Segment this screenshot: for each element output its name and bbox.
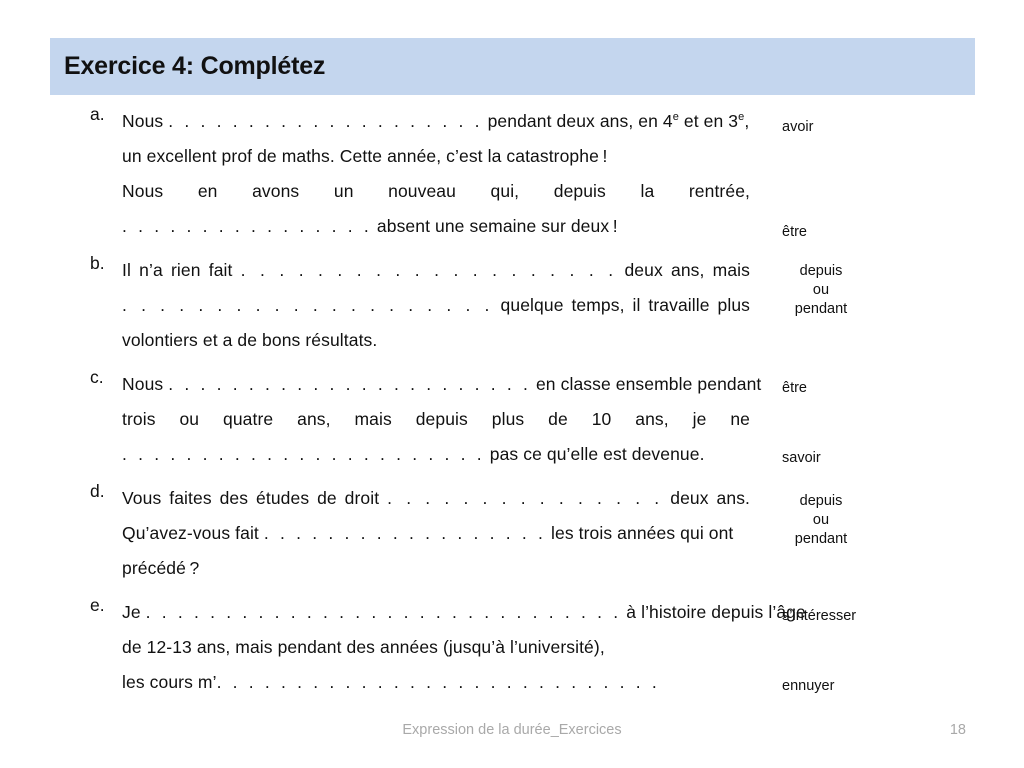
exercise-line: précédé ? — [122, 551, 750, 586]
exercise-line: trois ou quatre ans, mais depuis plus de… — [122, 402, 750, 437]
sentence-text: deux ans, mais — [616, 260, 751, 280]
fill-in-blank[interactable]: . . . . . . . . . . . . . . . . . . . . … — [217, 672, 660, 692]
sentence-text: de 12-13 ans, mais pendant des années (j… — [122, 637, 605, 657]
answer-hint: être — [782, 380, 807, 396]
page-title: Exercice 4: Complétez — [64, 52, 326, 80]
fill-in-blank[interactable]: . . . . . . . . . . . . . . . . . . . . — [122, 295, 493, 315]
sentence-text: les cours m’ — [122, 672, 217, 692]
exercise-line: . . . . . . . . . . . . . . . . absent u… — [122, 209, 750, 244]
exercise-lines: Nous . . . . . . . . . . . . . . . . . .… — [122, 367, 761, 472]
exercise-line: un excellent prof de maths. Cette année,… — [122, 139, 750, 174]
answer-hint-line: pendant — [794, 301, 848, 317]
exercise-lines: Nous . . . . . . . . . . . . . . . . . .… — [122, 104, 750, 244]
answer-hint: avoir — [782, 119, 814, 135]
exercise-lines: Je . . . . . . . . . . . . . . . . . . .… — [122, 595, 806, 700]
answer-hint-line: depuis — [799, 493, 843, 509]
exercise-line: Vous faites des études de droit . . . . … — [122, 481, 750, 516]
exercise-line: Il n’a rien fait . . . . . . . . . . . .… — [122, 253, 750, 288]
fill-in-blank[interactable]: . . . . . . . . . . . . . . . . — [122, 216, 372, 236]
exercise-item: b. Il n’a rien fait . . . . . . . . . . .… — [0, 253, 1024, 358]
sentence-text: pas ce qu’elle est devenue. — [484, 444, 705, 464]
answer-hint: s’intéresser — [782, 608, 857, 624]
fill-in-blank[interactable]: . . . . . . . . . . . . . . . . . . . . … — [122, 444, 485, 464]
exercise-marker: a. — [90, 104, 105, 124]
exercise-line: Nous . . . . . . . . . . . . . . . . . .… — [122, 104, 750, 139]
exercise-line: les cours m’. . . . . . . . . . . . . . … — [122, 665, 750, 700]
exercise-lines: Vous faites des études de droit . . . . … — [122, 481, 750, 586]
answer-hint: ennuyer — [782, 678, 835, 694]
sentence-text: Il n’a rien fait — [122, 260, 241, 280]
exercise-marker: e. — [90, 595, 105, 615]
footer-label: Expression de la durée_Exercices — [402, 722, 622, 738]
fill-in-blank[interactable]: . . . . . . . . . . . . . . . . . . . . — [168, 111, 482, 131]
slide-footer: Expression de la durée_Exercices 18 — [0, 722, 1024, 746]
exercise-line: Qu’avez-vous fait . . . . . . . . . . . … — [122, 516, 750, 551]
fill-in-blank[interactable]: . . . . . . . . . . . . . . . . . . . . … — [168, 374, 531, 394]
sentence-text: quelque temps, il travaille plus — [492, 295, 751, 315]
answer-hint-line: depuis — [799, 263, 843, 279]
sentence-text: pendant deux ans, en 4 — [482, 111, 673, 131]
answer-hint-line: ou — [812, 512, 830, 528]
exercise-line: . . . . . . . . . . . . . . . . . . . . … — [122, 437, 750, 472]
exercise-item: a. Nous . . . . . . . . . . . . . . . . .… — [0, 104, 1024, 244]
sentence-text: Je — [122, 602, 146, 622]
sentence-text: absent une semaine sur deux ! — [371, 216, 618, 236]
answer-hint: depuis ou pendant — [782, 262, 860, 319]
sentence-text: précédé ? — [122, 558, 200, 578]
exercise-marker: d. — [90, 481, 105, 501]
exercise-marker: b. — [90, 253, 105, 273]
sentence-text: et en 3 — [678, 111, 739, 131]
sentence-text: , — [744, 111, 750, 131]
exercise-item: d. Vous faites des études de droit . . . … — [0, 481, 1024, 586]
fill-in-blank[interactable]: . . . . . . . . . . . . . . . . . . — [264, 523, 546, 543]
exercise-line: . . . . . . . . . . . . . . . . . . . . … — [122, 288, 750, 323]
sentence-text: à l’histoire depuis l’âge — [621, 602, 806, 622]
fill-in-blank[interactable]: . . . . . . . . . . . . . . . — [387, 488, 662, 508]
sentence-text: Nous — [122, 111, 169, 131]
sentence-text: en classe ensemble pendant — [531, 374, 762, 394]
sentence-text: Nous en avons un nouveau qui, depuis la … — [122, 181, 750, 201]
exercise-line: Nous . . . . . . . . . . . . . . . . . .… — [122, 367, 761, 402]
exercise-line: Nous en avons un nouveau qui, depuis la … — [122, 174, 750, 209]
sentence-text: volontiers et a de bons résultats. — [122, 330, 378, 350]
sentence-text: Vous faites des études de droit — [122, 488, 388, 508]
answer-hint: depuis ou pendant — [782, 492, 860, 549]
exercise-line: volontiers et a de bons résultats. — [122, 323, 750, 358]
page-number: 18 — [949, 722, 966, 738]
exercise-item: e. Je . . . . . . . . . . . . . . . . . .… — [0, 595, 1024, 700]
sentence-text: Nous — [122, 374, 169, 394]
answer-hint: être — [782, 224, 807, 240]
exercise-line: Je . . . . . . . . . . . . . . . . . . .… — [122, 595, 806, 630]
sentence-text: un excellent prof de maths. Cette année,… — [122, 146, 608, 166]
exercise-item: c. Nous . . . . . . . . . . . . . . . . .… — [0, 367, 1024, 472]
sentence-text: trois ou quatre ans, mais depuis plus de… — [122, 409, 750, 429]
answer-hint: savoir — [782, 450, 821, 466]
exercise-list: a. Nous . . . . . . . . . . . . . . . . .… — [0, 104, 1024, 709]
exercise-line: de 12-13 ans, mais pendant des années (j… — [122, 630, 750, 665]
sentence-text: Qu’avez-vous fait — [122, 523, 264, 543]
fill-in-blank[interactable]: . . . . . . . . . . . . . . . . . . . . … — [146, 602, 622, 622]
exercise-marker: c. — [90, 367, 104, 387]
exercise-lines: Il n’a rien fait . . . . . . . . . . . .… — [122, 253, 750, 358]
fill-in-blank[interactable]: . . . . . . . . . . . . . . . . . . . . — [241, 260, 617, 280]
answer-hint-line: pendant — [794, 531, 848, 547]
sentence-text: les trois années qui ont — [546, 523, 734, 543]
exercise-title-banner: Exercice 4: Complétez — [50, 38, 975, 95]
sentence-text: deux ans. — [662, 488, 751, 508]
answer-hint-line: ou — [812, 282, 830, 298]
